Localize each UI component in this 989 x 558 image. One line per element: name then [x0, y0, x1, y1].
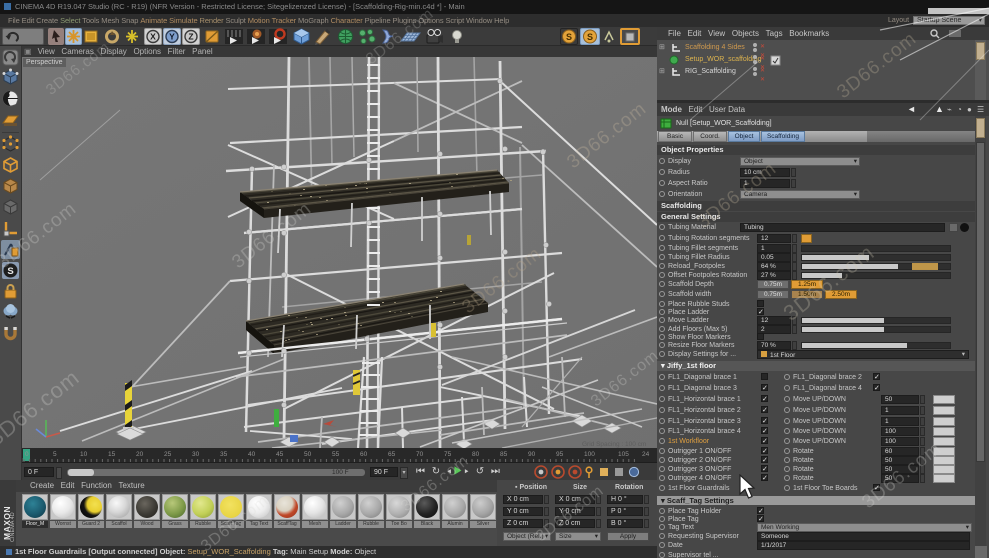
svg-text:80: 80	[472, 451, 480, 458]
svg-text:40: 40	[248, 451, 256, 458]
svg-text:60: 60	[360, 451, 368, 458]
svg-text:90: 90	[528, 451, 536, 458]
svg-text:25: 25	[164, 451, 172, 458]
svg-text:65: 65	[388, 451, 396, 458]
svg-text:5: 5	[53, 451, 57, 458]
svg-text:S: S	[566, 32, 572, 42]
svg-text:85: 85	[500, 451, 508, 458]
svg-text:S: S	[587, 32, 593, 42]
svg-text:Z: Z	[188, 32, 193, 42]
svg-text:Grid Spacing : 100 cm: Grid Spacing : 100 cm	[582, 441, 646, 448]
svg-text:24: 24	[642, 451, 650, 458]
svg-text:0: 0	[25, 451, 29, 458]
svg-text:75: 75	[444, 451, 452, 458]
svg-text:55: 55	[332, 451, 340, 458]
svg-text:45: 45	[276, 451, 284, 458]
svg-text:20: 20	[136, 451, 144, 458]
svg-text:50: 50	[304, 451, 312, 458]
svg-text:105: 105	[618, 451, 629, 458]
svg-text:70: 70	[416, 451, 424, 458]
svg-text:100: 100	[584, 451, 595, 458]
svg-text:30: 30	[192, 451, 200, 458]
svg-text:10: 10	[80, 451, 88, 458]
svg-text:Y: Y	[169, 32, 175, 42]
svg-text:X: X	[150, 32, 156, 42]
svg-text:35: 35	[220, 451, 228, 458]
svg-text:95: 95	[556, 451, 564, 458]
svg-text:15: 15	[108, 451, 116, 458]
